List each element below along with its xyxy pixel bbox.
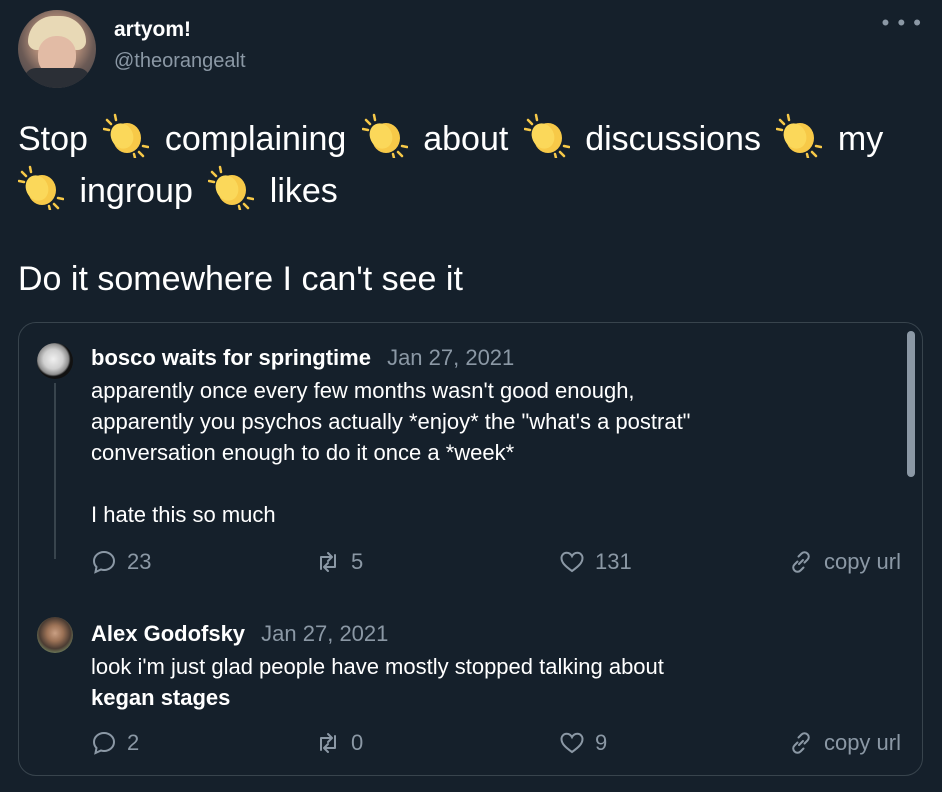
- heart-icon: [560, 551, 584, 573]
- reply-count: 23: [127, 549, 152, 574]
- clapping-hands-icon: [208, 165, 255, 210]
- tweet-word: likes: [269, 172, 338, 210]
- retweet-icon: [320, 552, 336, 572]
- reply-icon: [92, 731, 116, 755]
- clapping-hands-icon: [103, 113, 150, 158]
- post-body-line: I hate this so much: [91, 502, 276, 527]
- post-author[interactable]: bosco waits for springtime: [91, 345, 371, 370]
- post-body: apparently once every few months wasn't …: [91, 375, 901, 530]
- copy-url-button[interactable]: copy url: [788, 730, 901, 756]
- link-icon: [792, 551, 810, 573]
- reply-button[interactable]: 2: [91, 730, 139, 756]
- retweet-button[interactable]: 5: [315, 549, 363, 575]
- post-body: look i'm just glad people have mostly st…: [91, 651, 901, 713]
- more-options-icon[interactable]: • • •: [882, 12, 922, 34]
- post-body-line: apparently once every few months wasn't …: [91, 378, 635, 403]
- post-header: Alex Godofsky Jan 27, 2021: [91, 621, 388, 647]
- clapping-hands-icon: [18, 165, 64, 210]
- retweet-button[interactable]: 0: [315, 730, 363, 756]
- post-header: bosco waits for springtime Jan 27, 2021: [91, 345, 514, 371]
- tweet-page: artyom! @theorangealt • • • Stop complai…: [0, 0, 942, 792]
- tweet-word: discussions: [585, 120, 761, 158]
- quoted-thread-card[interactable]: bosco waits for springtime Jan 27, 2021 …: [18, 322, 923, 776]
- post-body-line: look i'm just glad people have mostly st…: [91, 654, 664, 679]
- post-body-line: apparently you psychos actually *enjoy* …: [91, 409, 691, 434]
- like-count: 9: [595, 730, 608, 755]
- reply-button[interactable]: 23: [91, 549, 151, 575]
- tweet-word: about: [423, 120, 509, 158]
- tweet-line-2: ingroup likes: [12, 164, 928, 216]
- copy-url-label: copy url: [823, 730, 901, 755]
- post-date[interactable]: Jan 27, 2021: [261, 621, 388, 646]
- tweet-word: my: [837, 120, 884, 158]
- tweet-text: Stop complaining about discussions my in…: [18, 112, 928, 216]
- like-button[interactable]: 131: [559, 549, 632, 575]
- tweet-word: ingroup: [79, 172, 193, 210]
- link-icon: [792, 732, 810, 754]
- post-author[interactable]: Alex Godofsky: [91, 621, 245, 646]
- alex-avatar[interactable]: [37, 617, 73, 653]
- thread-connector-line: [54, 383, 56, 559]
- retweet-count: 5: [351, 549, 364, 574]
- bosco-avatar[interactable]: [37, 343, 73, 379]
- tweet-line-3: Do it somewhere I can't see it: [18, 260, 463, 298]
- post-actions: 23 5 131 copy url: [91, 549, 901, 577]
- retweet-icon: [320, 733, 336, 753]
- like-count: 131: [595, 549, 632, 574]
- reply-count: 2: [127, 730, 140, 755]
- tweet-word: Stop: [18, 120, 88, 158]
- clapping-hands-icon: [523, 113, 570, 158]
- author-avatar[interactable]: [18, 10, 96, 88]
- tweet-line-1: Stop complaining about discussions my: [18, 112, 928, 164]
- post-body-line: conversation enough to do it once a *wee…: [91, 440, 515, 465]
- post-actions: 2 0 9 copy url: [91, 730, 901, 758]
- post-body-bold: kegan stages: [91, 685, 231, 710]
- clapping-hands-icon: [776, 113, 823, 158]
- post-date[interactable]: Jan 27, 2021: [387, 345, 514, 370]
- post-body-spacer: [91, 468, 901, 499]
- scrollbar[interactable]: [907, 331, 915, 477]
- author-handle[interactable]: @theorangealt: [114, 50, 246, 73]
- heart-icon: [560, 732, 584, 754]
- reply-icon: [92, 550, 116, 574]
- copy-url-button[interactable]: copy url: [788, 549, 901, 575]
- author-display-name[interactable]: artyom!: [114, 18, 191, 42]
- tweet-word: complaining: [164, 120, 347, 158]
- retweet-count: 0: [351, 730, 364, 755]
- clapping-hands-icon: [361, 113, 408, 158]
- copy-url-label: copy url: [823, 549, 901, 574]
- like-button[interactable]: 9: [559, 730, 607, 756]
